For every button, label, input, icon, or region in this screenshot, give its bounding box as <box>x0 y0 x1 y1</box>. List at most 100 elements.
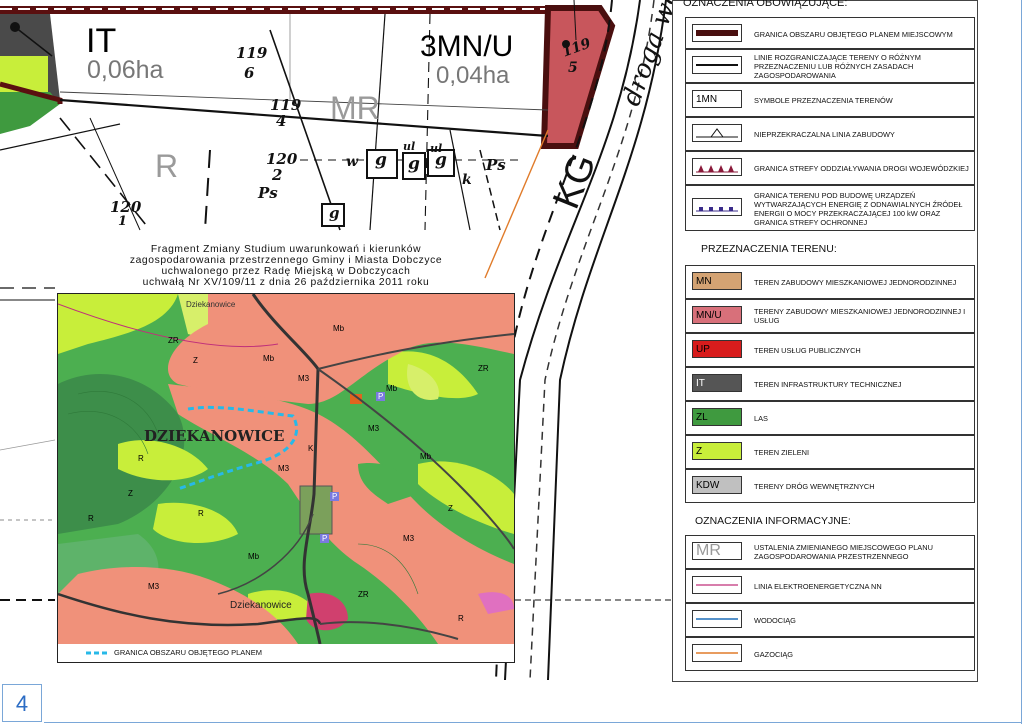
legend-row: GRANICA OBSZARU OBJĘTEGO PLANEM MIEJSCOW… <box>685 17 975 49</box>
legend-section: PRZEZNACZENIA TERENU: <box>685 231 975 265</box>
parcel-number: 4 <box>276 112 287 130</box>
parcel-label-w: w <box>346 154 359 170</box>
page-number: 4 <box>2 684 42 722</box>
legend-label: SYMBOLE PRZEZNACZENIA TERENÓW <box>754 95 893 105</box>
legend-label: GAZOCIĄG <box>754 649 794 659</box>
building-label: g <box>408 154 420 174</box>
zone-area-it: 0,06ha <box>87 56 164 84</box>
parcel-label-ps: Ps <box>258 184 278 202</box>
inset-label: Mb <box>386 384 398 393</box>
legend-row: KDW TERENY DRÓG WEWNĘTRZNYCH <box>685 469 975 503</box>
inset-parking-icon: P <box>330 492 340 501</box>
parcel-number: 1 <box>118 214 128 229</box>
legend-row: LINIE ROZGRANICZAJĄCE TERENY O RÓŻNYM PR… <box>685 49 975 83</box>
legend-row: GRANICA TERENU POD BUDOWĘ URZĄDZEŃ WYTWA… <box>685 185 975 231</box>
inset-label: Z <box>448 504 453 513</box>
inset-label: R <box>198 509 204 518</box>
legend-row: Z TEREN ZIELENI <box>685 435 975 469</box>
legend-symbol-up: UP <box>692 340 742 358</box>
inset-label: Mb <box>263 354 275 363</box>
inset-legend-text: GRANICA OBSZARU OBJĘTEGO PLANEM <box>114 648 262 657</box>
legend-symbol-mn: MN <box>692 272 742 290</box>
parcel-number: 119 <box>236 44 268 62</box>
building-label: ul <box>430 142 443 155</box>
inset-label: M3 <box>148 582 160 591</box>
legend-label: WODOCIĄG <box>754 615 796 625</box>
legend-symbol-gas-line <box>692 644 742 662</box>
legend-row: GAZOCIĄG <box>685 637 975 671</box>
inset-village-name: DZIEKANOWICE <box>144 427 285 445</box>
legend-row: UP TEREN USŁUG PUBLICZNYCH <box>685 333 975 367</box>
legend-heading-obligatory: OZNACZENIA OBOWIĄZUJĄCE: <box>683 0 848 9</box>
parcel-number: 6 <box>244 64 255 82</box>
legend-symbol-code: 1MN <box>692 90 742 108</box>
legend-symbol-it: IT <box>692 374 742 392</box>
zone-area-mnu: 0,04ha <box>436 62 510 89</box>
legend-panel: OZNACZENIA OBOWIĄZUJĄCE: GRANICA OBSZARU… <box>672 0 978 682</box>
parcel-label-ps: Ps <box>486 156 506 174</box>
parcel-label-k: k <box>462 172 472 188</box>
legend-heading-info: OZNACZENIA INFORMACYJNE: <box>695 515 851 527</box>
inset-label: Z <box>193 356 198 365</box>
inset-label: R <box>458 614 464 623</box>
legend-symbol-mnu: MN/U <box>692 306 742 324</box>
legend-label: LINIA ELEKTROENERGETYCZNA NN <box>754 581 882 591</box>
legend-label: LINIE ROZGRANICZAJĄCE TERENY O RÓŻNYM PR… <box>754 52 921 80</box>
frame-line <box>44 722 1022 723</box>
building-label: g <box>375 150 387 170</box>
legend-symbol-power-line <box>692 576 742 594</box>
inset-label: M3 <box>368 424 380 433</box>
legend-symbol-building-line <box>692 124 742 142</box>
frame-line <box>1021 0 1022 724</box>
inset-label: Z <box>128 489 133 498</box>
inset-parking-icon: P <box>320 534 330 543</box>
legend-row: LINIA ELEKTROENERGETYCZNA NN <box>685 569 975 603</box>
zone-label-r: R <box>155 148 179 184</box>
parcel-number: 2 <box>272 166 283 184</box>
legend-row: MR USTALENIA ZMIENIANEGO MIEJSCOWEGO PLA… <box>685 535 975 569</box>
legend-symbol-boundary-line <box>692 56 742 74</box>
legend-symbol-water-line <box>692 610 742 628</box>
inset-label: Mb <box>248 552 260 561</box>
inset-label: M3 <box>298 374 310 383</box>
legend-label: GRANICA OBSZARU OBJĘTEGO PLANEM MIEJSCOW… <box>754 29 953 39</box>
inset-label: M3 <box>403 534 415 543</box>
legend-label: NIEPRZEKRACZALNA LINIA ZABUDOWY <box>754 129 895 139</box>
legend-label: TERENY DRÓG WEWNĘTRZNYCH <box>754 481 875 491</box>
inset-title-line: uchwałą Nr XV/109/11 z dnia 26 październ… <box>142 277 430 288</box>
legend-row: MN/U TERENY ZABUDOWY MIESZKANIOWEJ JEDNO… <box>685 299 975 333</box>
legend-row: 1MN SYMBOLE PRZEZNACZENIA TERENÓW <box>685 83 975 117</box>
legend-row: NIEPRZEKRACZALNA LINIA ZABUDOWY <box>685 117 975 151</box>
zone-symbol-mnu: 3MN/U <box>420 30 514 63</box>
legend-symbol-road-zone <box>692 158 742 176</box>
inset-label: ZR <box>478 364 489 373</box>
legend-label: GRANICA STREFY ODDZIAŁYWANIA DROGI WOJEW… <box>754 163 969 173</box>
inset-title-line: Fragment Zmiany Studium uwarunkowań i ki… <box>150 244 422 255</box>
inset-village-small: Dziekanowice <box>230 600 292 611</box>
inset-title-line: zagospodarowania przestrzennego Gminy i … <box>129 255 443 266</box>
inset-label: M3 <box>278 464 290 473</box>
legend-row: ZL LAS <box>685 401 975 435</box>
legend-symbol-energy-zone <box>692 198 742 216</box>
legend-heading-purposes: PRZEZNACZENIA TERENU: <box>701 243 837 255</box>
inset-title-line: uchwalonego przez Radę Miejską w Dobczyc… <box>161 266 411 277</box>
legend-symbol-plan-boundary <box>692 24 742 42</box>
zone-label-mr: MR <box>330 90 380 126</box>
legend-row: GRANICA STREFY ODDZIAŁYWANIA DROGI WOJEW… <box>685 151 975 185</box>
legend-label: TEREN ZIELENI <box>754 447 810 457</box>
legend-label: TEREN INFRASTRUKTURY TECHNICZNEJ <box>754 379 902 389</box>
legend-label: TEREN USŁUG PUBLICZNYCH <box>754 345 861 355</box>
inset-title: Fragment Zmiany Studium uwarunkowań i ki… <box>70 244 502 288</box>
legend-label: GRANICA TERENU POD BUDOWĘ URZĄDZEŃ WYTWA… <box>754 191 963 227</box>
building-label: ul <box>403 140 416 153</box>
inset-label: K <box>308 444 314 453</box>
inset-label: Mb <box>420 452 432 461</box>
inset-label: Mb <box>333 324 345 333</box>
inset-parking-icon: P <box>376 392 386 401</box>
inset-label: R <box>88 514 94 523</box>
legend-row: IT TEREN INFRASTRUKTURY TECHNICZNEJ <box>685 367 975 401</box>
inset-map: DZIEKANOWICE Dziekanowice Dziekanowice G… <box>57 293 515 663</box>
legend-symbol-kdw: KDW <box>692 476 742 494</box>
legend-label: TEREN ZABUDOWY MIESZKANIOWEJ JEDNORODZIN… <box>754 277 957 287</box>
legend-symbol-zl: ZL <box>692 408 742 426</box>
